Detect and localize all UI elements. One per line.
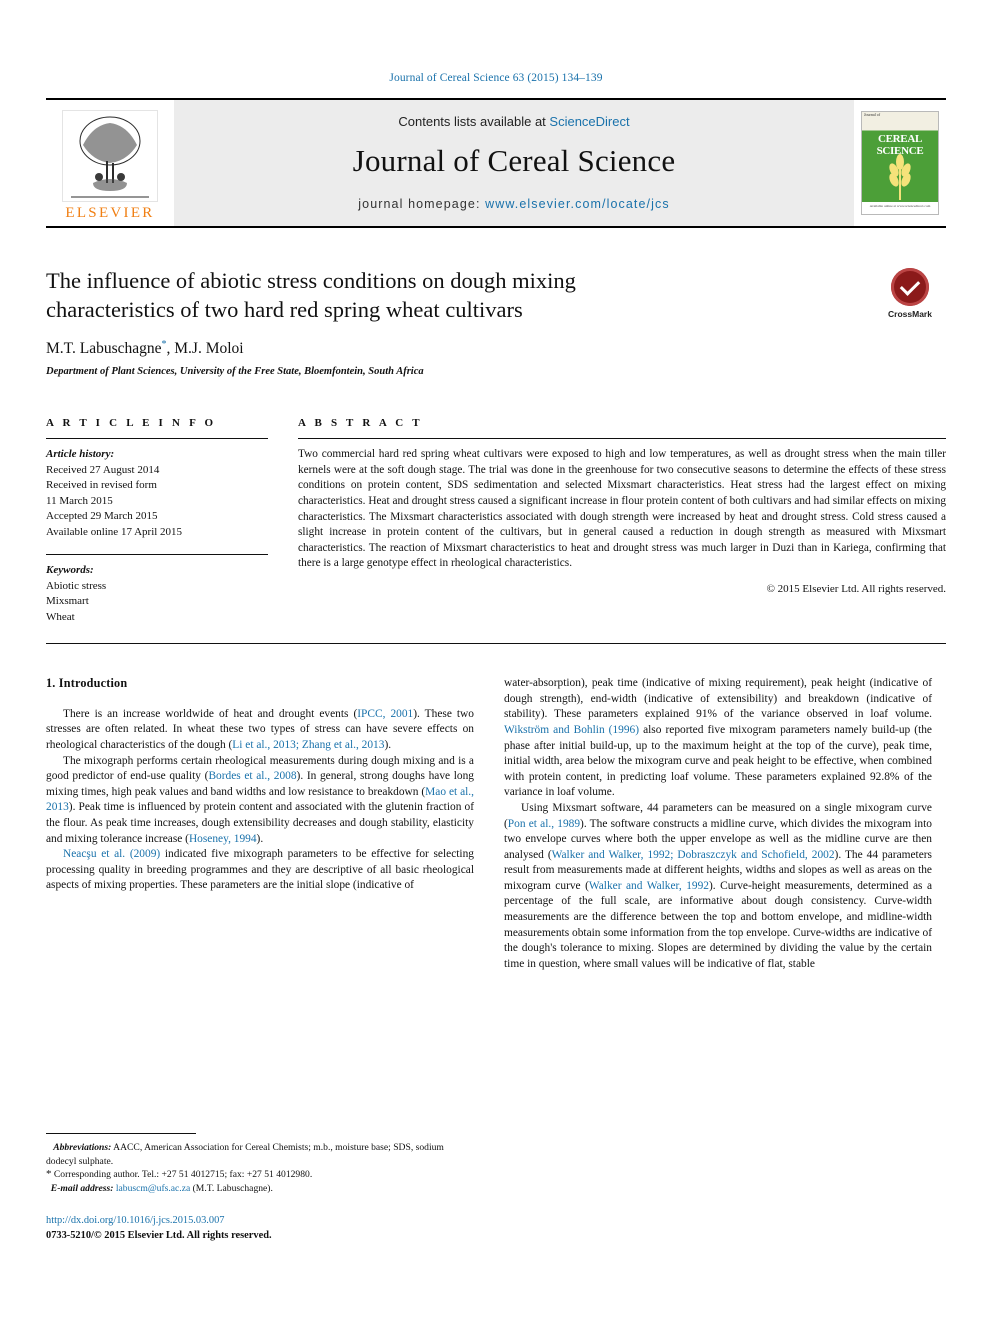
author-primary: M.T. Labuschagne xyxy=(46,340,162,358)
footnote-abbreviations: Abbreviations: AACC, American Associatio… xyxy=(46,1141,474,1168)
masthead-bottom-rule xyxy=(46,226,946,228)
article-history-label: Article history: xyxy=(46,448,115,461)
title-block: CrossMark The influence of abiotic stres… xyxy=(46,266,946,377)
body-columns: 1. Introduction There is an increase wor… xyxy=(46,676,946,972)
body-paragraph: water-absorption), peak time (indicative… xyxy=(504,677,932,799)
elsevier-logo: ELSEVIER xyxy=(46,100,174,226)
history-item: Accepted 29 March 2015 xyxy=(46,510,158,523)
journal-masthead: ELSEVIER Contents lists available at Sci… xyxy=(46,98,946,226)
elsevier-mark: ELSEVIER xyxy=(55,104,165,222)
citation-link[interactable]: Li et al., 2013; Zhang et al., 2013 xyxy=(232,739,384,751)
abstract-panel: A B S T R A C T Two commercial hard red … xyxy=(298,417,946,625)
contents-available-line: Contents lists available at ScienceDirec… xyxy=(398,114,629,129)
citation-link[interactable]: Bordes et al., 2008 xyxy=(208,770,296,782)
history-item: Received in revised form xyxy=(46,479,157,492)
body-paragraph: Neacşu et al. (2009) indicated five mixo… xyxy=(46,848,474,892)
abstract-text: Two commercial hard red spring wheat cul… xyxy=(298,448,946,570)
article-info-heading: A R T I C L E I N F O xyxy=(46,417,217,430)
keyword-item: Mixsmart xyxy=(46,595,89,608)
citation-link[interactable]: Mao et al., 2013 xyxy=(46,786,474,814)
cover-top-strip: Journal of xyxy=(862,112,938,132)
homepage-url-link[interactable]: www.elsevier.com/locate/jcs xyxy=(485,197,670,211)
wheat-icon xyxy=(889,154,911,200)
footnotes-block: Abbreviations: AACC, American Associatio… xyxy=(46,1133,474,1195)
cover-image: Journal of CEREAL SCIENCE Available onli… xyxy=(861,111,939,215)
elsevier-wordmark: ELSEVIER xyxy=(65,205,155,221)
body-paragraph: Using Mixsmart software, 44 parameters c… xyxy=(504,801,933,970)
journal-title: Journal of Cereal Science xyxy=(352,142,676,178)
homepage-prefix: journal homepage: xyxy=(358,196,486,211)
history-item: 11 March 2015 xyxy=(46,494,113,507)
author-secondary: , M.J. Moloi xyxy=(166,340,244,358)
cover-footer-text: Available online at www.sciencedirect.co… xyxy=(862,202,938,214)
footnote-corresponding: * Corresponding author. Tel.: +27 51 401… xyxy=(46,1168,474,1182)
running-head: Journal of Cereal Science 63 (2015) 134–… xyxy=(389,72,603,84)
email-label: E-mail address: xyxy=(50,1182,114,1194)
sciencedirect-link[interactable]: ScienceDirect xyxy=(549,114,629,129)
affiliation: Department of Plant Sciences, University… xyxy=(46,366,424,378)
article-info-rule xyxy=(46,438,268,440)
journal-homepage-line: journal homepage: www.elsevier.com/locat… xyxy=(358,197,669,211)
email-suffix: (M.T. Labuschagne). xyxy=(190,1182,273,1194)
journal-cover-thumbnail: Journal of CEREAL SCIENCE Available onli… xyxy=(854,100,946,226)
abstract-copyright: © 2015 Elsevier Ltd. All rights reserved… xyxy=(766,582,946,595)
keywords-separator xyxy=(46,554,268,556)
footnote-rule xyxy=(46,1133,196,1134)
keywords-group: Keywords: Abiotic stress Mixsmart Wheat xyxy=(46,563,268,625)
article-history-group: Article history: Received 27 August 2014… xyxy=(46,447,268,540)
footer-doi-block: http://dx.doi.org/10.1016/j.jcs.2015.03.… xyxy=(46,1214,486,1243)
page-title: The influence of abiotic stress conditio… xyxy=(46,268,576,322)
elsevier-tree-icon xyxy=(62,110,158,202)
cover-line1: Journal of xyxy=(864,112,881,117)
author-list: M.T. Labuschagne*, M.J. Moloi xyxy=(46,339,946,358)
article-info-panel: A R T I C L E I N F O Article history: R… xyxy=(46,417,268,625)
body-column-left: 1. Introduction There is an increase wor… xyxy=(46,676,474,972)
crossmark-label: CrossMark xyxy=(888,309,932,319)
abbreviations-label: Abbreviations: xyxy=(53,1142,112,1153)
intro-left-paragraphs: There is an increase worldwide of heat a… xyxy=(46,707,474,894)
citation-link[interactable]: Neacşu et al. (2009) xyxy=(63,848,160,860)
tree-and-figure-svg xyxy=(71,116,149,198)
citation-link[interactable]: Wikström and Bohlin (1996) xyxy=(504,724,639,736)
abstract-heading: A B S T R A C T xyxy=(298,417,423,430)
citation-link[interactable]: Walker and Walker, 1992 xyxy=(589,880,709,892)
history-item: Available online 17 April 2015 xyxy=(46,525,183,538)
citation-link[interactable]: Walker and Walker, 1992; Dobraszczyk and… xyxy=(552,849,835,861)
corresponding-text: Corresponding author. Tel.: +27 51 40127… xyxy=(51,1169,313,1181)
citation-link[interactable]: Hoseney, 1994 xyxy=(189,833,257,845)
body-column-right: water-absorption), peak time (indicative… xyxy=(504,676,932,972)
history-item: Received 27 August 2014 xyxy=(46,463,160,476)
abstract-rule xyxy=(298,438,946,440)
keywords-label: Keywords: xyxy=(46,564,94,577)
email-link[interactable]: labuscm@ufs.ac.za xyxy=(116,1183,190,1194)
doi-link[interactable]: http://dx.doi.org/10.1016/j.jcs.2015.03.… xyxy=(46,1214,486,1229)
citation-link[interactable]: IPCC, 2001 xyxy=(357,708,413,720)
keyword-item: Abiotic stress xyxy=(46,579,107,592)
citation-link[interactable]: Pon et al., 1989 xyxy=(508,818,580,830)
abstract-bottom-rule xyxy=(46,643,946,645)
cover-title-1: CEREAL xyxy=(877,133,923,146)
keyword-item: Wheat xyxy=(46,610,75,623)
contents-prefix: Contents lists available at xyxy=(398,113,550,129)
issn-copyright-line: 0733-5210/© 2015 Elsevier Ltd. All right… xyxy=(46,1229,272,1241)
masthead-center: Contents lists available at ScienceDirec… xyxy=(174,100,854,226)
info-abstract-region: A R T I C L E I N F O Article history: R… xyxy=(46,417,946,625)
intro-right-paragraphs: water-absorption), peak time (indicative… xyxy=(504,676,932,972)
paper-page: Journal of Cereal Science 63 (2015) 134–… xyxy=(0,0,992,1323)
footnote-email: E-mail address: labuscm@ufs.ac.za (M.T. … xyxy=(46,1182,474,1196)
crossmark-badge[interactable]: CrossMark xyxy=(874,268,946,319)
body-paragraph: There is an increase worldwide of heat a… xyxy=(46,707,474,751)
body-paragraph: The mixograph performs certain rheologic… xyxy=(46,754,475,845)
section-title-introduction: 1. Introduction xyxy=(46,676,128,691)
crossmark-check-icon xyxy=(891,268,929,306)
